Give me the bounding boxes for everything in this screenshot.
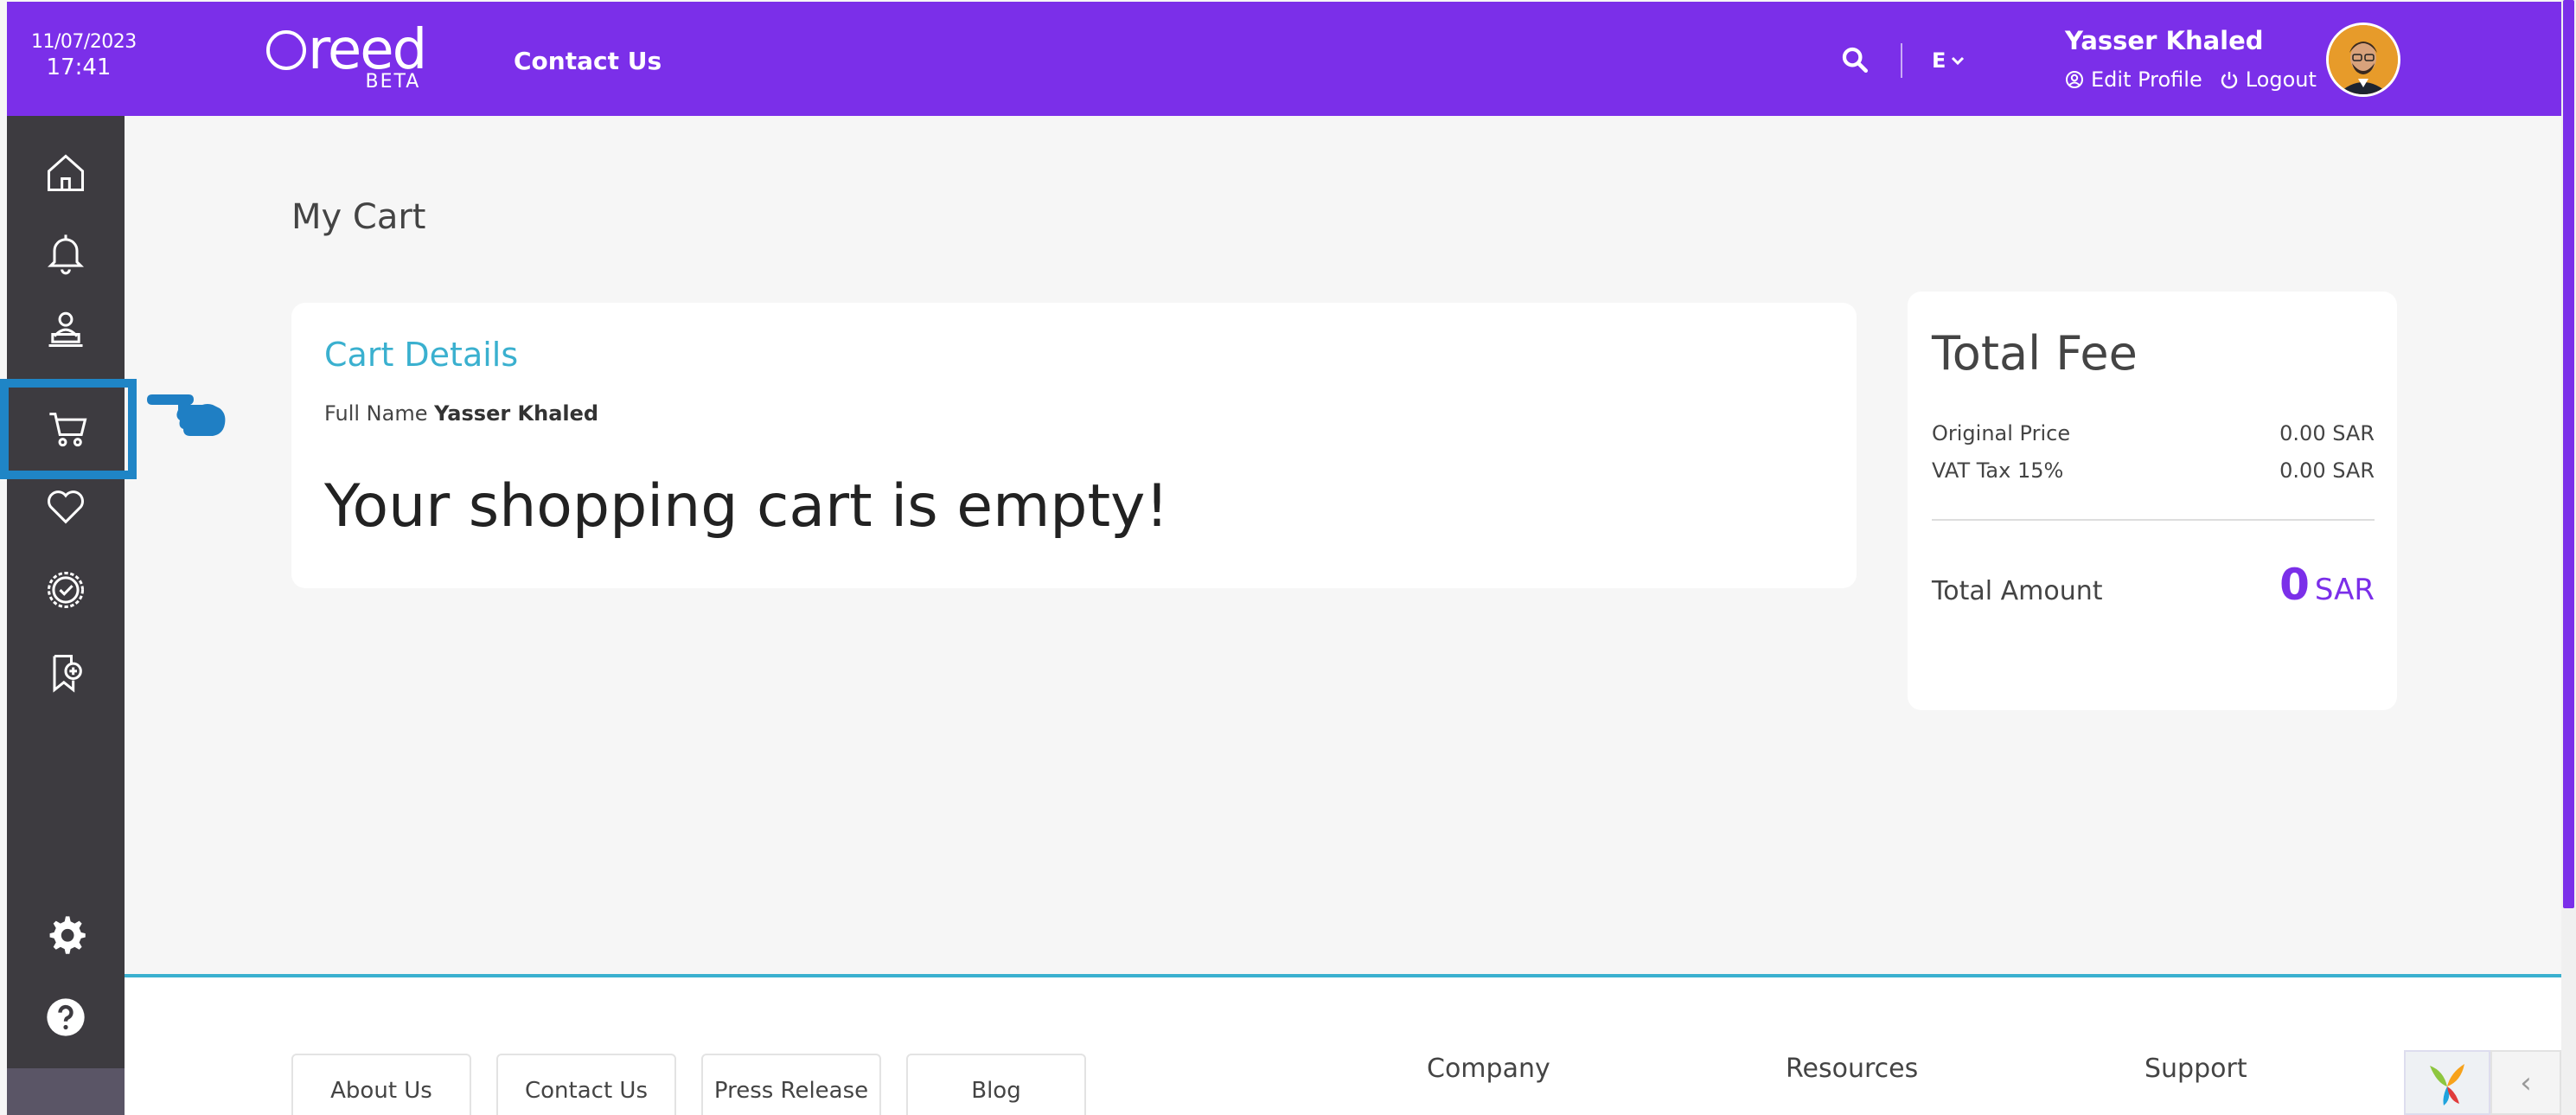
- footer: About Us Contact Us Press Release Blog C…: [125, 977, 2561, 1115]
- scrollbar-thumb[interactable]: [2563, 0, 2574, 908]
- gear-icon: [49, 916, 86, 954]
- total-fee-title: Total Fee: [1932, 326, 2138, 381]
- footer-contact-us-button[interactable]: Contact Us: [496, 1054, 676, 1115]
- yii-logo-icon: [2430, 1063, 2464, 1105]
- bell-icon: [48, 234, 84, 275]
- help-icon: [47, 998, 85, 1036]
- current-date: 11/07/2023: [31, 31, 137, 53]
- footer-blog-button[interactable]: Blog: [906, 1054, 1086, 1115]
- pointing-hand-icon: [147, 394, 226, 436]
- original-price-row: Original Price 0.00 SAR: [1932, 421, 2375, 445]
- edit-profile-link[interactable]: Edit Profile: [2065, 67, 2202, 92]
- full-name: Full Name Yasser Khaled: [324, 401, 598, 426]
- footer-about-us-button[interactable]: About Us: [291, 1054, 471, 1115]
- datetime: 11/07/2023 17:41: [31, 31, 137, 80]
- full-name-value: Yasser Khaled: [434, 401, 599, 426]
- current-time: 17:41: [46, 54, 112, 80]
- total-amount-currency: SAR: [2314, 573, 2375, 607]
- original-price-label: Original Price: [1932, 421, 2071, 445]
- total-fee-card: Total Fee Original Price 0.00 SAR VAT Ta…: [1908, 292, 2397, 710]
- total-amount-number: 0: [2279, 560, 2310, 610]
- cart-icon: [49, 413, 87, 447]
- avatar[interactable]: [2326, 22, 2400, 97]
- vat-row: VAT Tax 15% 0.00 SAR: [1932, 458, 2375, 483]
- edit-profile-label: Edit Profile: [2091, 67, 2202, 92]
- logout-label: Logout: [2245, 67, 2317, 92]
- cart-details-card: Cart Details Full Name Yasser Khaled You…: [291, 303, 1857, 588]
- sidebar-item-settings[interactable]: [7, 893, 125, 976]
- user-links: Edit Profile Logout: [2065, 67, 2317, 92]
- logout-link[interactable]: Logout: [2220, 67, 2317, 92]
- certificate-icon: [47, 571, 85, 609]
- sidebar-item-notifications[interactable]: [7, 211, 125, 294]
- heart-icon: [48, 490, 84, 524]
- header-divider: [1901, 43, 1902, 78]
- power-icon: [2221, 72, 2237, 89]
- sidebar-item-home[interactable]: [7, 131, 125, 215]
- bookmark-add-icon: [53, 654, 82, 693]
- sidebar-item-bookmarks[interactable]: [7, 631, 125, 714]
- footer-resources-heading: Resources: [1786, 1054, 1919, 1084]
- fee-divider: [1932, 519, 2375, 521]
- sidebar: [0, 116, 137, 1115]
- total-amount-value: 0 SAR: [2279, 560, 2375, 610]
- language-label: E: [1932, 48, 1946, 73]
- top-bar: 11/07/2023 17:41 reed BETA Contact Us E …: [7, 2, 2561, 116]
- original-price-value: 0.00 SAR: [2279, 421, 2375, 445]
- vat-label: VAT Tax 15%: [1932, 458, 2064, 483]
- search-icon[interactable]: [1840, 45, 1870, 74]
- user-name: Yasser Khaled: [2065, 26, 2264, 55]
- collapse-toolbar-button[interactable]: ‹: [2490, 1050, 2561, 1115]
- instructor-icon: [48, 311, 83, 348]
- cart-details-heading: Cart Details: [324, 336, 519, 374]
- avatar-portrait-icon: [2329, 25, 2398, 94]
- vat-value: 0.00 SAR: [2279, 458, 2375, 483]
- contact-us-link[interactable]: Contact Us: [514, 47, 662, 75]
- sidebar-item-cart[interactable]: [0, 379, 137, 479]
- chevron-down-icon: [1952, 56, 1965, 66]
- sidebar-bottom-strip: [7, 1068, 125, 1115]
- logo-ring-icon: [266, 30, 306, 70]
- home-icon: [47, 154, 85, 192]
- sidebar-item-wishlist[interactable]: [7, 465, 125, 548]
- sidebar-item-certificates[interactable]: [7, 548, 125, 631]
- sidebar-item-help[interactable]: [7, 976, 125, 1059]
- user-circle-icon: [2066, 71, 2083, 88]
- chevron-left-icon: ‹: [2520, 1065, 2532, 1100]
- empty-cart-message: Your shopping cart is empty!: [324, 472, 1169, 541]
- language-selector[interactable]: E: [1932, 48, 1965, 73]
- yii-debug-badge[interactable]: [2404, 1050, 2490, 1115]
- full-name-label: Full Name: [324, 401, 428, 426]
- footer-press-release-button[interactable]: Press Release: [701, 1054, 881, 1115]
- sidebar-item-instructors[interactable]: [7, 287, 125, 370]
- footer-support-heading: Support: [2145, 1054, 2247, 1084]
- total-amount-row: Total Amount 0 SAR: [1932, 560, 2375, 610]
- total-amount-label: Total Amount: [1932, 576, 2103, 606]
- logo[interactable]: reed BETA: [266, 22, 427, 93]
- footer-company-heading: Company: [1427, 1054, 1550, 1084]
- page-title: My Cart: [291, 197, 426, 237]
